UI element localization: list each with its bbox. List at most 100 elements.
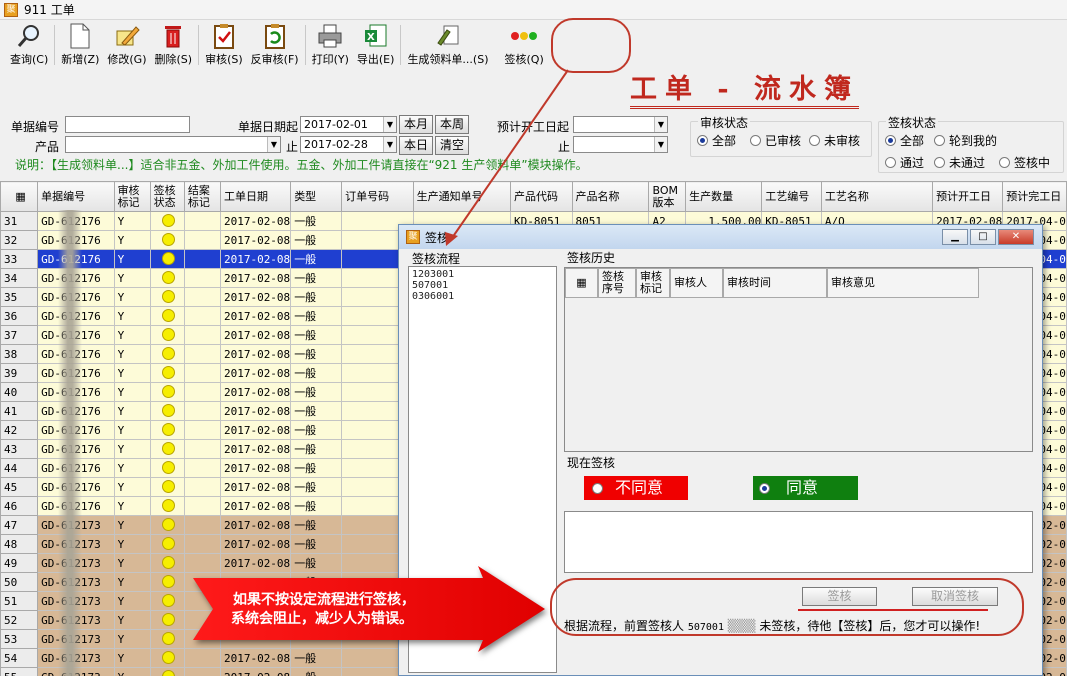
column-header[interactable]: 签核状态 (149, 181, 185, 212)
maximize-icon: □ (978, 231, 988, 242)
table-cell: 2017-02-08 (219, 477, 292, 497)
print-button[interactable]: 打印(Y) (308, 21, 353, 69)
row-number: 32 (0, 230, 39, 250)
table-cell (183, 496, 221, 516)
sign-inprogress-radio[interactable]: 签核中 (999, 154, 1050, 171)
column-header[interactable]: 单据编号 (37, 181, 115, 212)
sign-status-yellow-icon (162, 537, 176, 550)
table-cell: 2017-02-08 (219, 439, 292, 459)
approve-button[interactable]: 审核(S) (201, 21, 247, 69)
close-button[interactable]: ✕ (998, 229, 1034, 245)
sign-passed-radio[interactable]: 通过 (885, 154, 924, 171)
table-cell (149, 325, 185, 345)
this-month-button[interactable]: 本月 (399, 115, 433, 134)
column-header[interactable]: 工单日期 (219, 181, 292, 212)
sign-status-yellow-icon (162, 366, 176, 379)
row-number: 31 (0, 211, 39, 231)
table-cell: Y (113, 230, 151, 250)
audit-approved-radio[interactable]: 已审核 (750, 132, 801, 149)
column-header[interactable]: 订单号码 (341, 181, 414, 212)
sign-mine-radio[interactable]: 轮到我的 (934, 132, 997, 149)
history-col-flag[interactable]: 审核标记 (636, 268, 670, 298)
comment-textarea[interactable] (564, 511, 1033, 573)
query-button[interactable]: 查询(C) (6, 21, 52, 69)
sign-status-yellow-icon (162, 632, 176, 645)
column-header[interactable]: 审核标记 (113, 181, 151, 212)
audit-all-radio[interactable]: 全部 (697, 132, 736, 149)
doc-no-input[interactable] (65, 116, 190, 133)
date-to-input[interactable]: 2017-02-28 ▼ (300, 136, 397, 153)
history-col-reviewer[interactable]: 审核人 (670, 268, 723, 298)
sign-all-radio[interactable]: 全部 (885, 132, 924, 149)
table-cell: 一般 (290, 667, 343, 676)
plan-end-input[interactable]: ▼ (573, 136, 668, 153)
window-title: 911 工单 (24, 3, 75, 17)
minimize-button[interactable]: ▁ (942, 229, 968, 245)
unapprove-button[interactable]: 反审核(F) (247, 21, 303, 69)
plan-start-input[interactable]: ▼ (573, 116, 668, 133)
radio-checked-icon (885, 135, 896, 146)
table-cell (183, 477, 221, 497)
delete-button[interactable]: 删除(S) (151, 21, 197, 69)
disagree-radio[interactable]: 不同意 (584, 476, 688, 500)
sign-status-yellow-icon (162, 651, 176, 664)
history-col-time[interactable]: 审核时间 (723, 268, 827, 298)
row-number: 46 (0, 496, 39, 516)
column-header[interactable]: 工艺名称 (820, 181, 934, 212)
date-from-input[interactable]: 2017-02-01 ▼ (300, 116, 397, 133)
history-grid[interactable]: ▦ 签核序号 审核标记 审核人 审核时间 审核意见 (564, 267, 1033, 452)
radio-icon (750, 135, 761, 146)
audit-unapproved-radio[interactable]: 未审核 (809, 132, 860, 149)
new-button[interactable]: 新增(Z) (57, 21, 103, 69)
column-header[interactable]: 工艺编号 (761, 181, 822, 212)
table-cell: 一般 (290, 420, 343, 440)
column-header[interactable]: 生产数量 (685, 181, 763, 212)
column-header[interactable]: 结案标记 (183, 181, 221, 212)
sign-status-yellow-icon (162, 480, 176, 493)
grid-settings-icon: ▦ (15, 189, 26, 203)
sign-status-yellow-icon (162, 461, 176, 474)
row-number: 53 (0, 629, 39, 649)
column-header[interactable]: 预计开工日 (932, 181, 1004, 212)
history-col-comment[interactable]: 审核意见 (827, 268, 979, 298)
table-cell (149, 572, 185, 592)
sign-status-yellow-icon (162, 309, 176, 322)
sign-off-button[interactable]: 签核(Q) (501, 21, 548, 69)
history-col-seq[interactable]: 签核序号 (598, 268, 636, 298)
edit-button[interactable]: 修改(G) (103, 21, 150, 69)
export-button[interactable]: X 导出(E) (353, 21, 399, 69)
column-header[interactable]: 产品代码 (510, 181, 573, 212)
plan-start-label: 预计开工日起 (497, 120, 570, 134)
table-cell: Y (113, 496, 151, 516)
column-header[interactable]: 预计完工日 (1002, 181, 1067, 212)
table-cell: Y (113, 249, 151, 269)
column-header[interactable]: 类型 (290, 181, 343, 212)
minimize-icon: ▁ (951, 231, 959, 242)
sign-status-yellow-icon (162, 556, 176, 569)
agree-radio[interactable]: 同意 (753, 476, 858, 500)
sign-failed-radio[interactable]: 未通过 (934, 154, 985, 171)
table-cell: 2017-02-08 (219, 306, 292, 326)
column-header[interactable]: 生产通知单号 (412, 181, 512, 212)
flow-item[interactable]: 0306001 (412, 291, 556, 302)
sign-status-yellow-icon (162, 575, 176, 588)
sign-status-yellow-icon (162, 404, 176, 417)
history-title: 签核历史 (567, 251, 616, 265)
grid-corner[interactable]: ▦ (0, 181, 39, 212)
column-header[interactable]: 产品名称 (571, 181, 650, 212)
flow-item[interactable]: 507001 (412, 280, 556, 291)
today-button[interactable]: 本日 (399, 136, 433, 155)
clear-button[interactable]: 清空 (435, 136, 469, 155)
table-cell: Y (113, 344, 151, 364)
this-week-button[interactable]: 本周 (435, 115, 469, 134)
new-document-icon (69, 23, 91, 49)
column-header[interactable]: BOM版本 (648, 181, 687, 212)
generate-requisition-button[interactable]: 生成领料单...(S) (403, 21, 492, 69)
table-cell: 2017-02-08 (219, 534, 292, 554)
maximize-button[interactable]: □ (970, 229, 996, 245)
table-cell: 一般 (290, 477, 343, 497)
flow-item[interactable]: 1203001 (412, 269, 556, 280)
help-note: 说明：【生成领料单...】适合非五金、外加工件使用。五金、外加工件请直接在“92… (15, 158, 588, 172)
product-select[interactable]: ▼ (65, 136, 281, 153)
radio-icon (592, 483, 603, 494)
